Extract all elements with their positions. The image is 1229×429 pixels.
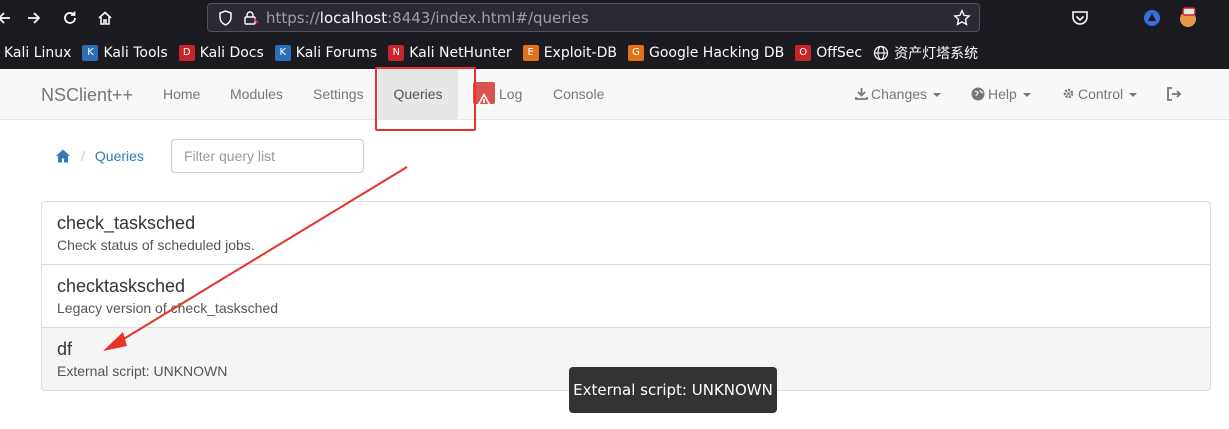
reload-icon[interactable] — [58, 6, 82, 30]
url-prefix: https:// — [266, 8, 320, 27]
globe-icon — [971, 87, 985, 101]
nav-help[interactable]: Help — [971, 69, 1031, 119]
nav-control-label: Control — [1078, 86, 1124, 102]
url-host: localhost — [319, 8, 388, 27]
bookmark-kali-linux[interactable]: Kali Linux — [4, 45, 71, 61]
query-description: Legacy version of check_tasksched — [57, 300, 279, 316]
download-icon — [855, 88, 868, 100]
bookmark-label: Kali Linux — [4, 44, 72, 61]
logout-icon[interactable] — [1166, 69, 1182, 119]
list-item[interactable]: checktasksched Legacy version of check_t… — [41, 264, 1211, 328]
offsec-icon: O — [795, 44, 812, 61]
app-navbar: NSClient++ Home Modules Settings Queries… — [0, 69, 1229, 120]
nethunter-icon: N — [388, 44, 405, 61]
bookmark-label: Kali NetHunter — [409, 44, 512, 61]
forward-icon[interactable] — [22, 6, 46, 30]
kali-tools-icon: K — [82, 44, 99, 61]
home-icon[interactable] — [55, 148, 71, 164]
breadcrumb: / Queries — [55, 148, 144, 164]
lock-warning-icon[interactable] — [238, 5, 264, 31]
extension-triangle-icon[interactable] — [1140, 6, 1164, 30]
warning-icon — [473, 82, 495, 108]
caret-down-icon — [933, 93, 942, 98]
query-list: check_tasksched Check status of schedule… — [41, 201, 1211, 391]
url-rest: :8443/index.html#/queries — [387, 8, 589, 27]
globe-icon — [873, 45, 889, 61]
bookmark-kali-nethunter[interactable]: N Kali NetHunter — [388, 44, 512, 61]
shield-icon[interactable] — [212, 5, 238, 31]
bookmark-offsec[interactable]: O OffSec — [795, 44, 863, 61]
nav-help-label: Help — [988, 86, 1017, 102]
bookmark-label: Kali Tools — [103, 44, 168, 61]
pocket-icon[interactable] — [1068, 6, 1092, 30]
bookmark-kali-forums[interactable]: K Kali Forums — [274, 44, 378, 61]
query-name: checktasksched — [57, 276, 186, 296]
bookmarks-bar: Kali Linux K Kali Tools D Kali Docs K Kali … — [0, 36, 1229, 69]
bookmark-google-hacking-db[interactable]: G Google Hacking DB — [627, 44, 785, 61]
bookmark-kali-tools[interactable]: K Kali Tools — [82, 44, 168, 61]
kali-forums-icon: K — [274, 44, 291, 61]
nav-changes[interactable]: Changes — [855, 69, 942, 119]
query-description: Check status of scheduled jobs. — [57, 237, 255, 253]
back-icon[interactable] — [0, 6, 16, 30]
bookmark-label: Kali Forums — [295, 44, 378, 61]
tooltip: External script: UNKNOWN — [569, 367, 777, 413]
breadcrumb-separator: / — [81, 148, 85, 164]
bookmark-kali-docs[interactable]: D Kali Docs — [178, 44, 264, 61]
nav-settings[interactable]: Settings — [313, 69, 364, 119]
caret-down-icon — [1022, 93, 1031, 98]
bookmark-label: Exploit-DB — [543, 44, 617, 61]
kali-docs-icon: D — [178, 44, 195, 61]
nav-console[interactable]: Console — [553, 69, 604, 119]
nav-queries[interactable]: Queries — [378, 69, 458, 119]
url-bar[interactable]: https://localhost:8443/index.html#/queri… — [207, 3, 980, 32]
gear-icon — [1063, 88, 1074, 99]
bookmark-label: 资产灯塔系统 — [894, 45, 979, 62]
list-item[interactable]: check_tasksched Check status of schedule… — [41, 201, 1211, 265]
nav-log-label: Log — [499, 86, 523, 102]
nav-log[interactable]: Log — [473, 69, 522, 119]
filter-query-input[interactable] — [171, 139, 364, 173]
breadcrumb-queries[interactable]: Queries — [95, 148, 144, 164]
query-name: check_tasksched — [57, 213, 196, 233]
bookmark-exploit-db[interactable]: E Exploit-DB — [522, 44, 617, 61]
nav-changes-label: Changes — [871, 86, 928, 102]
exploit-db-icon: E — [522, 44, 539, 61]
home-icon[interactable] — [93, 6, 117, 30]
nav-modules[interactable]: Modules — [230, 69, 283, 119]
extension-fox-icon[interactable] — [1176, 6, 1200, 30]
bookmark-label: Kali Docs — [199, 44, 264, 61]
brand[interactable]: NSClient++ — [41, 85, 133, 106]
caret-down-icon — [1129, 93, 1138, 98]
nav-home[interactable]: Home — [163, 69, 200, 119]
bookmark-asset-lighthouse[interactable]: 资产灯塔系统 — [873, 43, 978, 63]
bookmark-label: OffSec — [816, 44, 863, 61]
ghdb-icon: G — [627, 44, 644, 61]
browser-toolbar: https://localhost:8443/index.html#/queri… — [0, 0, 1229, 36]
bookmark-label: Google Hacking DB — [648, 44, 785, 61]
bookmark-star-icon[interactable] — [951, 7, 973, 29]
query-name: df — [57, 339, 73, 359]
nav-control[interactable]: Control — [1062, 69, 1138, 119]
url-text[interactable]: https://localhost:8443/index.html#/queri… — [266, 9, 589, 27]
